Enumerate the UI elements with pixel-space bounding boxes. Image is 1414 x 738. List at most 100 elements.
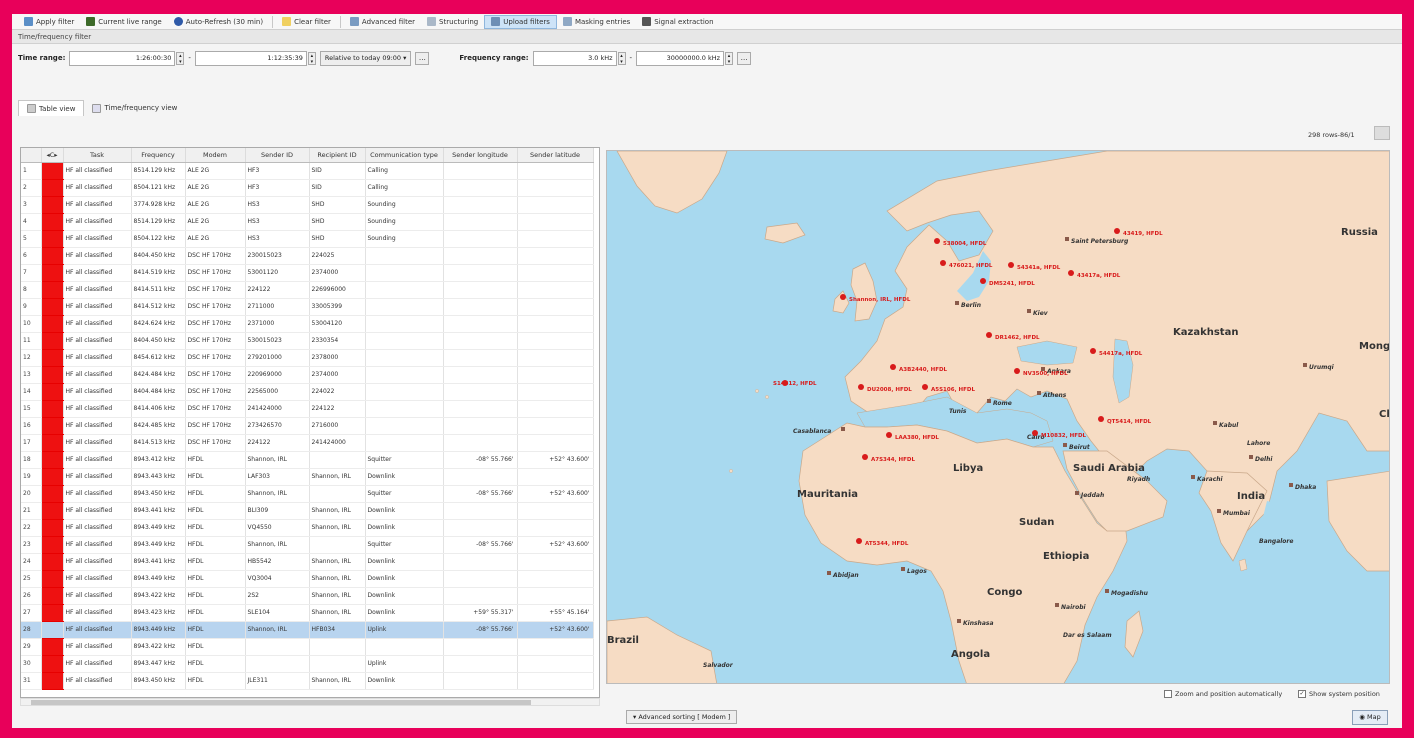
- zoom-auto-option[interactable]: Zoom and position automatically: [1164, 690, 1282, 698]
- system-position-option[interactable]: ✓ Show system position: [1298, 690, 1380, 698]
- freq-more-button[interactable]: …: [737, 51, 752, 65]
- table-row[interactable]: 8 HF all classified 8414.511 kHz DSC HF 170…: [21, 281, 594, 299]
- table-row[interactable]: 22 HF all classified 8943.449 kHz HFDL VQ455…: [21, 519, 594, 537]
- table-row[interactable]: 13 HF all classified 8424.484 kHz DSC HF 17…: [21, 366, 594, 384]
- freq-to-input[interactable]: 30000000.0 kHz: [636, 50, 725, 66]
- signal-marker[interactable]: [890, 364, 896, 370]
- col-task[interactable]: Task: [63, 148, 132, 163]
- refresh-icon: [173, 17, 183, 26]
- signal-marker[interactable]: [858, 384, 864, 390]
- col-class[interactable]: ◂C▸: [41, 148, 64, 163]
- table-row[interactable]: 28 HF all classified 8943.449 kHz HFDL Shann…: [21, 621, 594, 639]
- signal-marker[interactable]: [1068, 270, 1074, 276]
- table-row[interactable]: 16 HF all classified 8424.485 kHz DSC HF 17…: [21, 417, 594, 435]
- cell-recipient-id: 224022: [309, 383, 366, 401]
- table-row[interactable]: 29 HF all classified 8943.422 kHz HFDL: [21, 638, 594, 656]
- time-more-button[interactable]: …: [415, 51, 430, 65]
- apply-filter-button[interactable]: Apply filter: [18, 15, 80, 29]
- clear-filter-button[interactable]: Clear filter: [276, 15, 337, 29]
- col-recipient-id[interactable]: Recipient ID: [309, 148, 366, 163]
- signal-marker[interactable]: [1014, 368, 1020, 374]
- col-communication-type[interactable]: Communication type: [365, 148, 444, 163]
- time-from-input[interactable]: 1:26:00:30: [69, 50, 176, 66]
- masking-entries-button[interactable]: Masking entries: [557, 15, 636, 29]
- signal-marker[interactable]: [886, 432, 892, 438]
- col-sender-id[interactable]: Sender ID: [245, 148, 310, 163]
- time-to-input[interactable]: 1:12:35:39: [194, 50, 307, 66]
- table-row[interactable]: 27 HF all classified 8943.423 kHz HFDL SLE10…: [21, 604, 594, 622]
- table-row[interactable]: 7 HF all classified 8414.519 kHz DSC HF 170…: [21, 264, 594, 282]
- map-canvas[interactable]: Russia Kazakhstan Mong Chi India Libya S…: [607, 151, 1390, 684]
- col-frequency[interactable]: Frequency: [131, 148, 186, 163]
- table-row[interactable]: 10 HF all classified 8424.624 kHz DSC HF 17…: [21, 315, 594, 333]
- cell-modem: DSC HF 170Hz: [185, 332, 246, 350]
- current-live-range-button[interactable]: Current live range: [80, 15, 167, 29]
- signal-extraction-button[interactable]: Signal extraction: [636, 15, 719, 29]
- col-sender-longitude[interactable]: Sender longitude: [443, 148, 518, 163]
- col-index[interactable]: [21, 148, 42, 163]
- time-relative-dropdown[interactable]: Relative to today 09:00 ▾: [319, 50, 412, 66]
- auto-refresh-button[interactable]: Auto-Refresh (30 min): [168, 15, 269, 29]
- tab-time-frequency-view[interactable]: Time/frequency view: [84, 100, 185, 116]
- structuring-button[interactable]: Structuring: [421, 15, 484, 29]
- freq-from-spinner[interactable]: ▴ ▾: [617, 51, 626, 65]
- table-row[interactable]: 9 HF all classified 8414.512 kHz DSC HF 170…: [21, 298, 594, 316]
- table-row[interactable]: 6 HF all classified 8404.450 kHz DSC HF 170…: [21, 247, 594, 265]
- signal-marker[interactable]: [980, 278, 986, 284]
- advanced-sorting-button[interactable]: ▾ Advanced sorting [ Modem ]: [626, 710, 738, 724]
- signal-marker[interactable]: [1008, 262, 1014, 268]
- signal-marker[interactable]: [1090, 348, 1096, 354]
- signal-marker[interactable]: [940, 260, 946, 266]
- signal-marker[interactable]: [1098, 416, 1104, 422]
- signal-marker[interactable]: [840, 294, 846, 300]
- table-horizontal-scrollbar[interactable]: [20, 698, 600, 706]
- signal-marker[interactable]: [922, 384, 928, 390]
- time-from-spinner[interactable]: ▴ ▾: [176, 51, 185, 65]
- table-row[interactable]: 2 HF all classified 8504.121 kHz ALE 2G HF3 S…: [21, 179, 594, 197]
- map-button[interactable]: ◉ Map: [1352, 710, 1388, 725]
- cell-sender-longitude: +59° 55.317': [443, 604, 518, 622]
- row-count-options-button[interactable]: [1374, 126, 1390, 140]
- table-row[interactable]: 1 HF all classified 8514.129 kHz ALE 2G HF3 S…: [21, 162, 594, 180]
- cell-sender-longitude: [443, 281, 518, 299]
- table-row[interactable]: 20 HF all classified 8943.450 kHz HFDL Shann…: [21, 485, 594, 503]
- signal-marker[interactable]: [862, 454, 868, 460]
- table-row[interactable]: 12 HF all classified 8454.612 kHz DSC HF 17…: [21, 349, 594, 367]
- table-row[interactable]: 30 HF all classified 8943.447 kHz HFDL Uplin…: [21, 655, 594, 673]
- signal-marker[interactable]: [934, 238, 940, 244]
- table-row[interactable]: 26 HF all classified 8943.422 kHz HFDL 2S2 Sh…: [21, 587, 594, 605]
- signal-marker[interactable]: [1032, 430, 1038, 436]
- time-to-spinner[interactable]: ▴ ▾: [307, 51, 316, 65]
- table-row[interactable]: 31 HF all classified 8943.450 kHz HFDL JLE31…: [21, 672, 594, 690]
- signal-marker[interactable]: [1114, 228, 1120, 234]
- table-row[interactable]: 23 HF all classified 8943.449 kHz HFDL Shann…: [21, 536, 594, 554]
- upload-filters-button[interactable]: Upload filters: [484, 14, 557, 29]
- tab-table-view[interactable]: Table view: [18, 100, 85, 116]
- system-position-checkbox[interactable]: ✓: [1298, 690, 1306, 698]
- table-row[interactable]: 14 HF all classified 8404.484 kHz DSC HF 17…: [21, 383, 594, 401]
- col-sender-latitude[interactable]: Sender latitude: [517, 148, 594, 163]
- table-row[interactable]: 3 HF all classified 3774.928 kHz ALE 2G HS3 S…: [21, 196, 594, 214]
- table-row[interactable]: 19 HF all classified 8943.443 kHz HFDL LAF30…: [21, 468, 594, 486]
- cell-communication-type: Downlink: [365, 553, 444, 571]
- freq-from-input[interactable]: 3.0 kHz: [532, 50, 617, 66]
- col-modem[interactable]: Modem: [185, 148, 246, 163]
- city-square: [1055, 603, 1059, 607]
- advanced-filter-button[interactable]: Advanced filter: [344, 15, 421, 29]
- table-row[interactable]: 5 HF all classified 8504.122 kHz ALE 2G HS3 S…: [21, 230, 594, 248]
- table-row[interactable]: 15 HF all classified 8414.406 kHz DSC HF 17…: [21, 400, 594, 418]
- table-row[interactable]: 21 HF all classified 8943.441 kHz HFDL BLI30…: [21, 502, 594, 520]
- table-row[interactable]: 4 HF all classified 8514.129 kHz ALE 2G HS3 S…: [21, 213, 594, 231]
- freq-to-spinner[interactable]: ▴ ▾: [725, 51, 734, 65]
- zoom-auto-checkbox[interactable]: [1164, 690, 1172, 698]
- map-view[interactable]: Russia Kazakhstan Mong Chi India Libya S…: [606, 150, 1390, 684]
- table-row[interactable]: 25 HF all classified 8943.449 kHz HFDL VQ300…: [21, 570, 594, 588]
- table-row[interactable]: 18 HF all classified 8943.412 kHz HFDL Shann…: [21, 451, 594, 469]
- table-row[interactable]: 17 HF all classified 8414.513 kHz DSC HF 17…: [21, 434, 594, 452]
- table-row[interactable]: 11 HF all classified 8404.450 kHz DSC HF 17…: [21, 332, 594, 350]
- signal-marker[interactable]: [986, 332, 992, 338]
- table-row[interactable]: 24 HF all classified 8943.441 kHz HFDL HB554…: [21, 553, 594, 571]
- cell-task: HF all classified: [63, 536, 132, 554]
- scroll-thumb[interactable]: [31, 700, 531, 705]
- signal-marker[interactable]: [856, 538, 862, 544]
